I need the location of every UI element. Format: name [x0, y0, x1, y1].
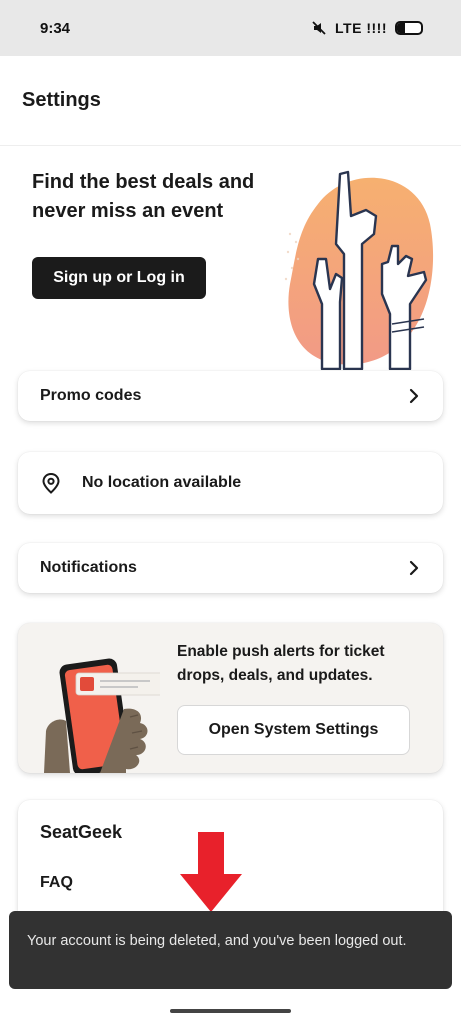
promo-codes-row[interactable]: Promo codes	[18, 371, 443, 421]
hero-title: Find the best deals and never miss an ev…	[32, 171, 255, 222]
push-alerts-text: Enable push alerts for ticket drops, dea…	[177, 643, 385, 684]
push-alerts-card: Enable push alerts for ticket drops, dea…	[18, 623, 443, 773]
status-bar: 9:34 LTE !!!!	[0, 0, 461, 56]
mute-icon	[312, 21, 326, 35]
network-indicator: LTE !!!!	[335, 20, 387, 36]
red-arrow-annotation	[180, 832, 242, 912]
hero-section: Find the best deals and never miss an ev…	[0, 146, 461, 370]
notifications-row[interactable]: Notifications	[18, 543, 443, 593]
open-system-settings-button[interactable]: Open System Settings	[177, 705, 410, 755]
gesture-nav-handle[interactable]	[170, 1009, 291, 1013]
chevron-right-icon	[407, 560, 421, 576]
snackbar: Your account is being deleted, and you'v…	[9, 911, 452, 989]
phone-hand-illustration	[44, 658, 160, 773]
notifications-label: Notifications	[40, 559, 137, 576]
location-pin-icon	[42, 472, 60, 494]
promo-codes-label: Promo codes	[40, 387, 142, 404]
snackbar-message: Your account is being deleted, and you'v…	[27, 933, 407, 949]
page-header: Settings	[0, 56, 461, 146]
page-title: Settings	[22, 89, 101, 111]
status-time: 9:34	[40, 19, 71, 37]
battery-fill	[397, 23, 406, 33]
chevron-right-icon	[407, 388, 421, 404]
location-row[interactable]: No location available	[18, 452, 443, 514]
signup-login-button[interactable]: Sign up or Log in	[32, 257, 206, 299]
faq-link[interactable]: FAQ	[40, 874, 73, 892]
battery-icon	[395, 21, 423, 35]
status-indicators: LTE !!!!	[311, 20, 423, 36]
location-label: No location available	[82, 474, 242, 491]
seatgeek-section-title: SeatGeek	[40, 822, 123, 842]
hands-illustration	[284, 170, 434, 370]
